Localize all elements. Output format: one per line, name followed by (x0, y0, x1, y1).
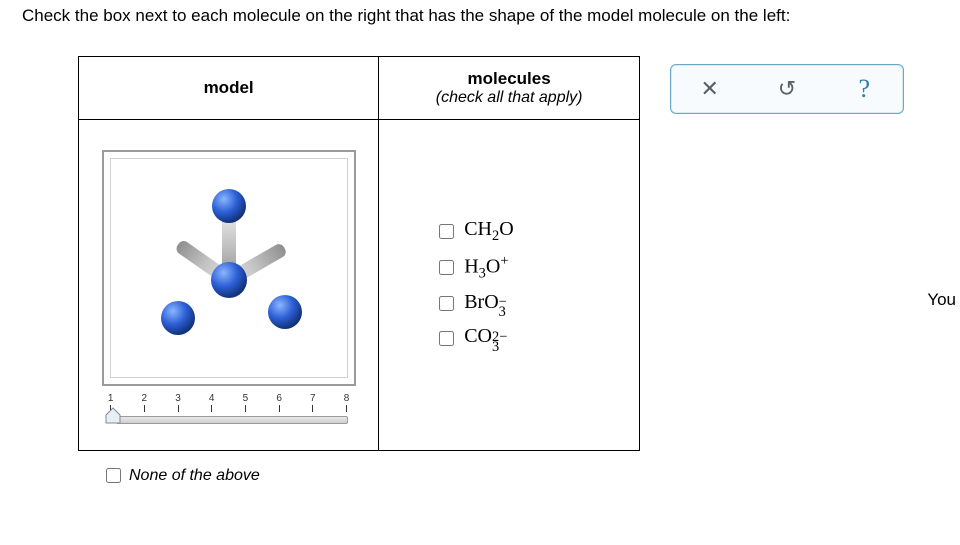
answer-toolbar: ✕ ↺ ? (670, 64, 904, 114)
reset-button[interactable]: ↺ (767, 76, 807, 102)
slider-ticks: 1 2 3 4 5 6 7 8 (104, 394, 354, 418)
tick: 4 (207, 394, 217, 412)
tick: 3 (173, 394, 183, 412)
tick: 2 (139, 394, 149, 412)
header-model: model (79, 57, 379, 120)
atom-left (161, 301, 195, 335)
molecule-option[interactable]: BrO−3 (435, 291, 639, 318)
help-button[interactable]: ? (844, 74, 884, 104)
molecule-checkbox[interactable] (439, 224, 454, 239)
header-molecules-title: molecules (387, 69, 631, 89)
molecule-checkbox[interactable] (439, 260, 454, 275)
none-checkbox[interactable] (106, 468, 121, 483)
close-button[interactable]: ✕ (690, 76, 730, 102)
molecule-formula: H3O+ (464, 253, 508, 283)
atom-top (212, 189, 246, 223)
none-of-the-above[interactable]: None of the above (102, 465, 640, 486)
none-label: None of the above (129, 467, 260, 485)
instruction-text: Check the box next to each molecule on t… (0, 0, 960, 26)
header-molecules: molecules (check all that apply) (379, 57, 640, 120)
work-area: model molecules (check all that apply) (78, 56, 640, 486)
atom-center (211, 262, 247, 298)
molecule-formula: BrO−3 (464, 291, 507, 318)
slider-track[interactable] (116, 416, 348, 424)
atom-right (268, 295, 302, 329)
molecule-option[interactable]: CH2O (435, 218, 639, 245)
tick: 6 (274, 394, 284, 412)
tick: 8 (342, 394, 352, 412)
molecule-checkbox[interactable] (439, 331, 454, 346)
molecule-model-svg (104, 152, 354, 384)
molecules-cell: CH2O H3O+ BrO−3 CO2−3 (379, 120, 640, 451)
header-molecules-sub: (check all that apply) (387, 89, 631, 107)
model-cell: 1 2 3 4 5 6 7 8 (79, 120, 379, 451)
tick: 7 (308, 394, 318, 412)
molecule-formula: CH2O (464, 218, 513, 245)
molecule-checkbox[interactable] (439, 296, 454, 311)
tick: 5 (240, 394, 250, 412)
molecule-option[interactable]: H3O+ (435, 253, 639, 283)
model-viewer[interactable] (102, 150, 356, 386)
molecule-formula: CO2−3 (464, 325, 507, 352)
slider-thumb[interactable] (105, 407, 121, 425)
model-slider[interactable]: 1 2 3 4 5 6 7 8 (104, 394, 354, 424)
molecule-list: CH2O H3O+ BrO−3 CO2−3 (379, 218, 639, 352)
molecule-option[interactable]: CO2−3 (435, 325, 639, 352)
main-table: model molecules (check all that apply) (78, 56, 640, 451)
side-text-you: You (927, 290, 956, 310)
